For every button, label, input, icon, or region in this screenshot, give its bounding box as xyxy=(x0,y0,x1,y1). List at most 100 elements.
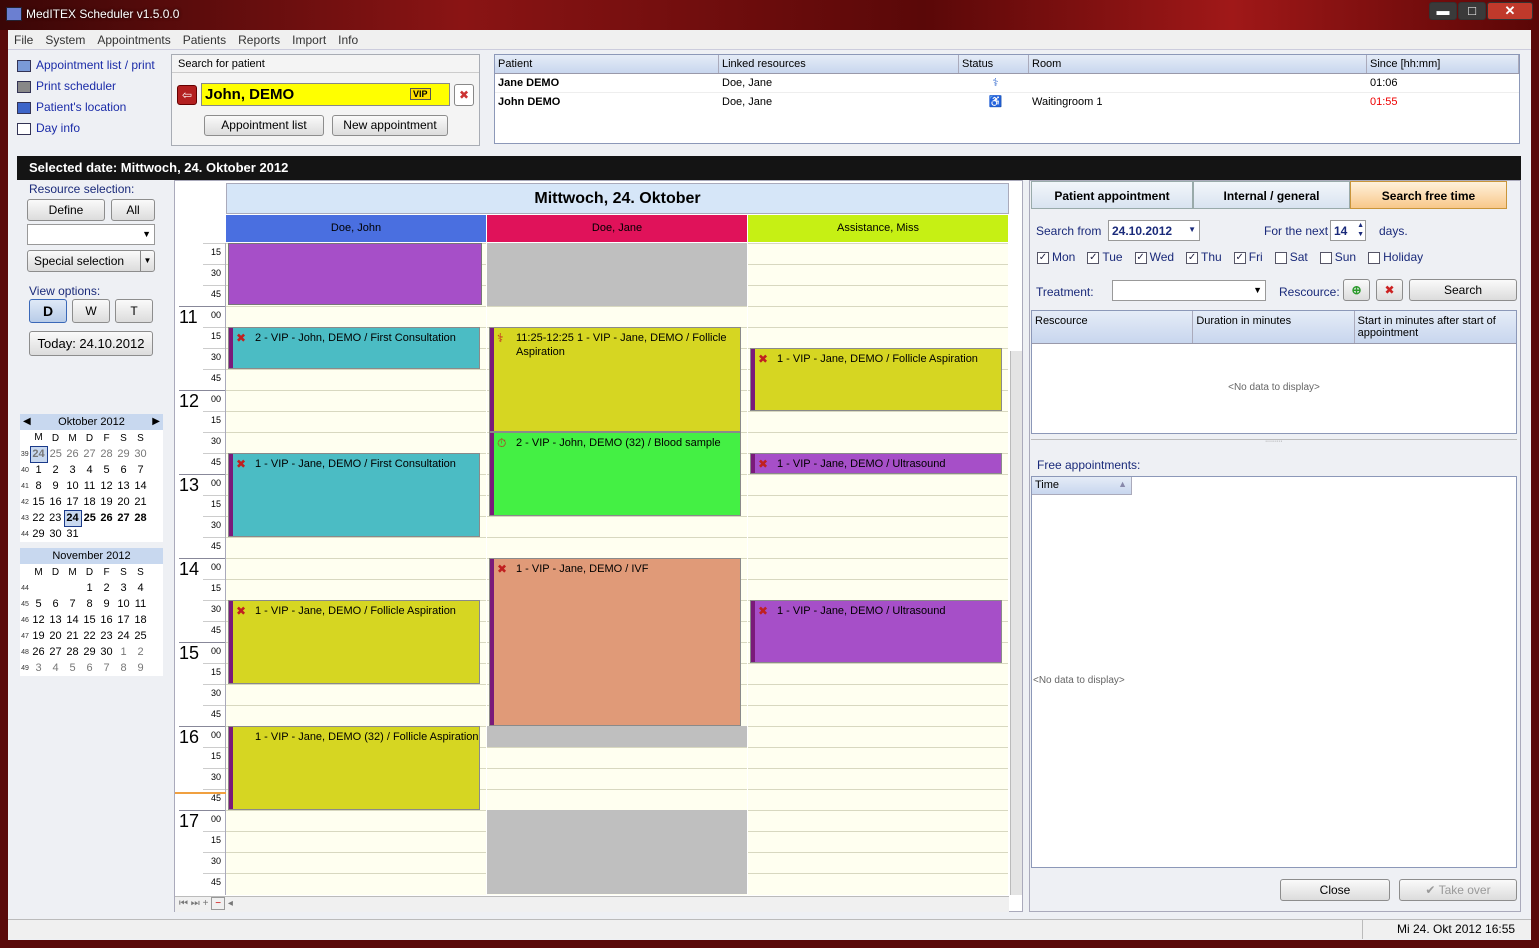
calendar-day[interactable]: 26 xyxy=(98,510,115,526)
calendar-day[interactable]: 7 xyxy=(132,462,149,478)
clear-patient-icon[interactable]: ✖ xyxy=(454,84,474,106)
calendar-day[interactable]: 22 xyxy=(81,628,98,644)
calendar-day[interactable]: 2 xyxy=(132,644,149,660)
time-slot[interactable] xyxy=(748,411,1008,432)
time-slot[interactable] xyxy=(226,852,486,873)
column-doe-jane[interactable]: ⚕ 11:25-12:25 1 - VIP - Jane, DEMO / Foll… xyxy=(487,243,747,895)
time-slot[interactable] xyxy=(748,474,1008,495)
tab-internal-general[interactable]: Internal / general xyxy=(1193,181,1350,209)
checkbox-holiday[interactable]: Holiday xyxy=(1368,250,1423,264)
checkbox-mon[interactable]: ✓ Mon xyxy=(1037,250,1075,264)
col-room[interactable]: Room xyxy=(1029,55,1367,73)
appointment[interactable]: ⏱ 2 - VIP - John, DEMO (32) / Blood sampl… xyxy=(489,432,741,516)
time-slot[interactable] xyxy=(226,810,486,831)
calendar-grid[interactable]: M D M D F S S 44 1 2 3 4 45 5 6 7 8 9 10 11 46 12 13 14 15 16 17 18… xyxy=(20,564,149,676)
take-over-button[interactable]: ✔ Take over xyxy=(1399,879,1517,901)
calendar-day[interactable]: 8 xyxy=(81,596,98,612)
calendar-day[interactable]: 29 xyxy=(115,446,132,462)
vertical-scrollbar[interactable] xyxy=(1010,351,1022,895)
calendar-day[interactable]: 29 xyxy=(30,526,47,542)
calendar-day[interactable]: 14 xyxy=(64,612,81,628)
calendar-day[interactable]: 4 xyxy=(81,462,98,478)
time-slot[interactable] xyxy=(748,852,1008,873)
calendar-day[interactable]: 24 xyxy=(115,628,132,644)
appointment[interactable]: ✖ 2 - VIP - John, DEMO / First Consultati… xyxy=(228,327,480,369)
time-slot[interactable] xyxy=(748,243,1008,264)
maximize-button[interactable]: □ xyxy=(1458,2,1486,20)
appointment[interactable]: ✖ 1 - VIP - Jane, DEMO / Ultrasound xyxy=(750,600,1002,663)
remove-icon[interactable]: − xyxy=(211,897,226,910)
time-slot[interactable] xyxy=(748,726,1008,747)
calendar-day[interactable]: 20 xyxy=(115,494,132,510)
col-start[interactable]: Start in minutes after start of appointm… xyxy=(1355,311,1516,343)
appointment[interactable]: ✖ 1 - VIP - Jane, DEMO / Follicle Aspirat… xyxy=(750,348,1002,411)
time-slot[interactable] xyxy=(748,264,1008,285)
checkbox-sat[interactable]: Sat xyxy=(1274,250,1308,264)
view-day-button[interactable]: D xyxy=(29,299,67,323)
checkbox-box[interactable]: ✓ xyxy=(1037,251,1049,264)
calendar-day[interactable] xyxy=(64,580,81,596)
calendar-day[interactable]: 24 xyxy=(29,445,48,463)
time-slot[interactable] xyxy=(226,390,486,411)
time-slot[interactable] xyxy=(487,768,747,789)
calendar-day[interactable]: 14 xyxy=(132,478,149,494)
calendar-day[interactable]: 20 xyxy=(47,628,64,644)
time-slot[interactable] xyxy=(226,705,486,726)
resource-header[interactable]: Doe, John xyxy=(226,215,486,242)
appointment[interactable]: ✖ 1 - VIP - Jane, DEMO / Follicle Aspirat… xyxy=(228,600,480,684)
checkbox-box[interactable]: ✓ xyxy=(1087,251,1100,264)
calendar-day[interactable]: 5 xyxy=(64,660,81,676)
column-doe-john[interactable]: ✖ 2 - VIP - John, DEMO / First Consultati… xyxy=(226,243,486,895)
calendar-day[interactable]: 24 xyxy=(63,509,82,527)
new-appointment-button[interactable]: New appointment xyxy=(332,115,448,136)
calendar-day[interactable]: 30 xyxy=(98,644,115,660)
calendar-day[interactable]: 11 xyxy=(81,478,98,494)
appointment[interactable]: ✖ 1 - VIP - Jane, DEMO / Ultrasound xyxy=(750,453,1002,474)
checkbox-box[interactable]: ✓ xyxy=(1186,251,1199,264)
calendar-day[interactable]: 25 xyxy=(81,510,98,526)
time-slot[interactable] xyxy=(487,747,747,768)
calendar-day[interactable]: 30 xyxy=(47,526,64,542)
time-slot[interactable] xyxy=(748,516,1008,537)
time-slot[interactable] xyxy=(748,285,1008,306)
calendar-day[interactable]: 6 xyxy=(47,596,64,612)
time-slot[interactable] xyxy=(226,432,486,453)
remove-resource-icon[interactable]: ✖ xyxy=(1376,279,1403,301)
time-slot[interactable] xyxy=(226,537,486,558)
time-slot[interactable] xyxy=(487,789,747,810)
close-button[interactable]: Close xyxy=(1280,879,1390,901)
calendar-day[interactable]: 12 xyxy=(98,478,115,494)
menu-reports[interactable]: Reports xyxy=(232,30,286,47)
time-slot[interactable] xyxy=(226,411,486,432)
appointment[interactable]: ✖ 1 - VIP - Jane, DEMO / First Consultati… xyxy=(228,453,480,537)
appointment-list-button[interactable]: Appointment list xyxy=(204,115,324,136)
table-row[interactable]: John DEMO Doe, Jane ♿ Waitingroom 1 01:5… xyxy=(495,93,1519,111)
add-resource-icon[interactable]: ⊕ xyxy=(1343,279,1370,301)
patient-search-input[interactable]: John, DEMO VIP xyxy=(201,83,450,106)
checkbox-box[interactable]: ✓ xyxy=(1134,251,1147,264)
calendar-day[interactable]: 1 xyxy=(115,644,132,660)
calendar-day[interactable]: 10 xyxy=(115,596,132,612)
calendar-day[interactable]: 13 xyxy=(47,612,64,628)
all-button[interactable]: All xyxy=(111,199,155,221)
appointment[interactable]: 1 - VIP - Jane, DEMO (32) / Follicle Asp… xyxy=(228,726,480,810)
calendar-day[interactable]: 16 xyxy=(98,612,115,628)
calendar-day[interactable]: 2 xyxy=(98,580,115,596)
calendar-day[interactable]: 1 xyxy=(30,462,47,478)
appointment[interactable]: ✖ 1 - VIP - Jane, DEMO / IVF xyxy=(489,558,741,726)
time-slot[interactable] xyxy=(748,810,1008,831)
link-appointment-list[interactable]: Appointment list / print xyxy=(17,58,167,79)
calendar-day[interactable]: 7 xyxy=(98,660,115,676)
checkbox-box[interactable]: ✓ xyxy=(1233,251,1246,264)
checkbox-wed[interactable]: ✓ Wed xyxy=(1134,250,1174,264)
col-linked-resources[interactable]: Linked resources xyxy=(719,55,959,73)
patient-lookup-icon[interactable]: ⇦ xyxy=(177,85,197,105)
col-status[interactable]: Status xyxy=(959,55,1029,73)
time-slot[interactable] xyxy=(748,537,1008,558)
col-time[interactable]: Time ▲ xyxy=(1032,477,1132,495)
time-slot[interactable] xyxy=(748,789,1008,810)
calendar-day[interactable]: 28 xyxy=(64,644,81,660)
col-since[interactable]: Since [hh:mm] xyxy=(1367,55,1519,73)
calendar-day[interactable] xyxy=(115,526,132,542)
calendar-day[interactable]: 21 xyxy=(64,628,81,644)
